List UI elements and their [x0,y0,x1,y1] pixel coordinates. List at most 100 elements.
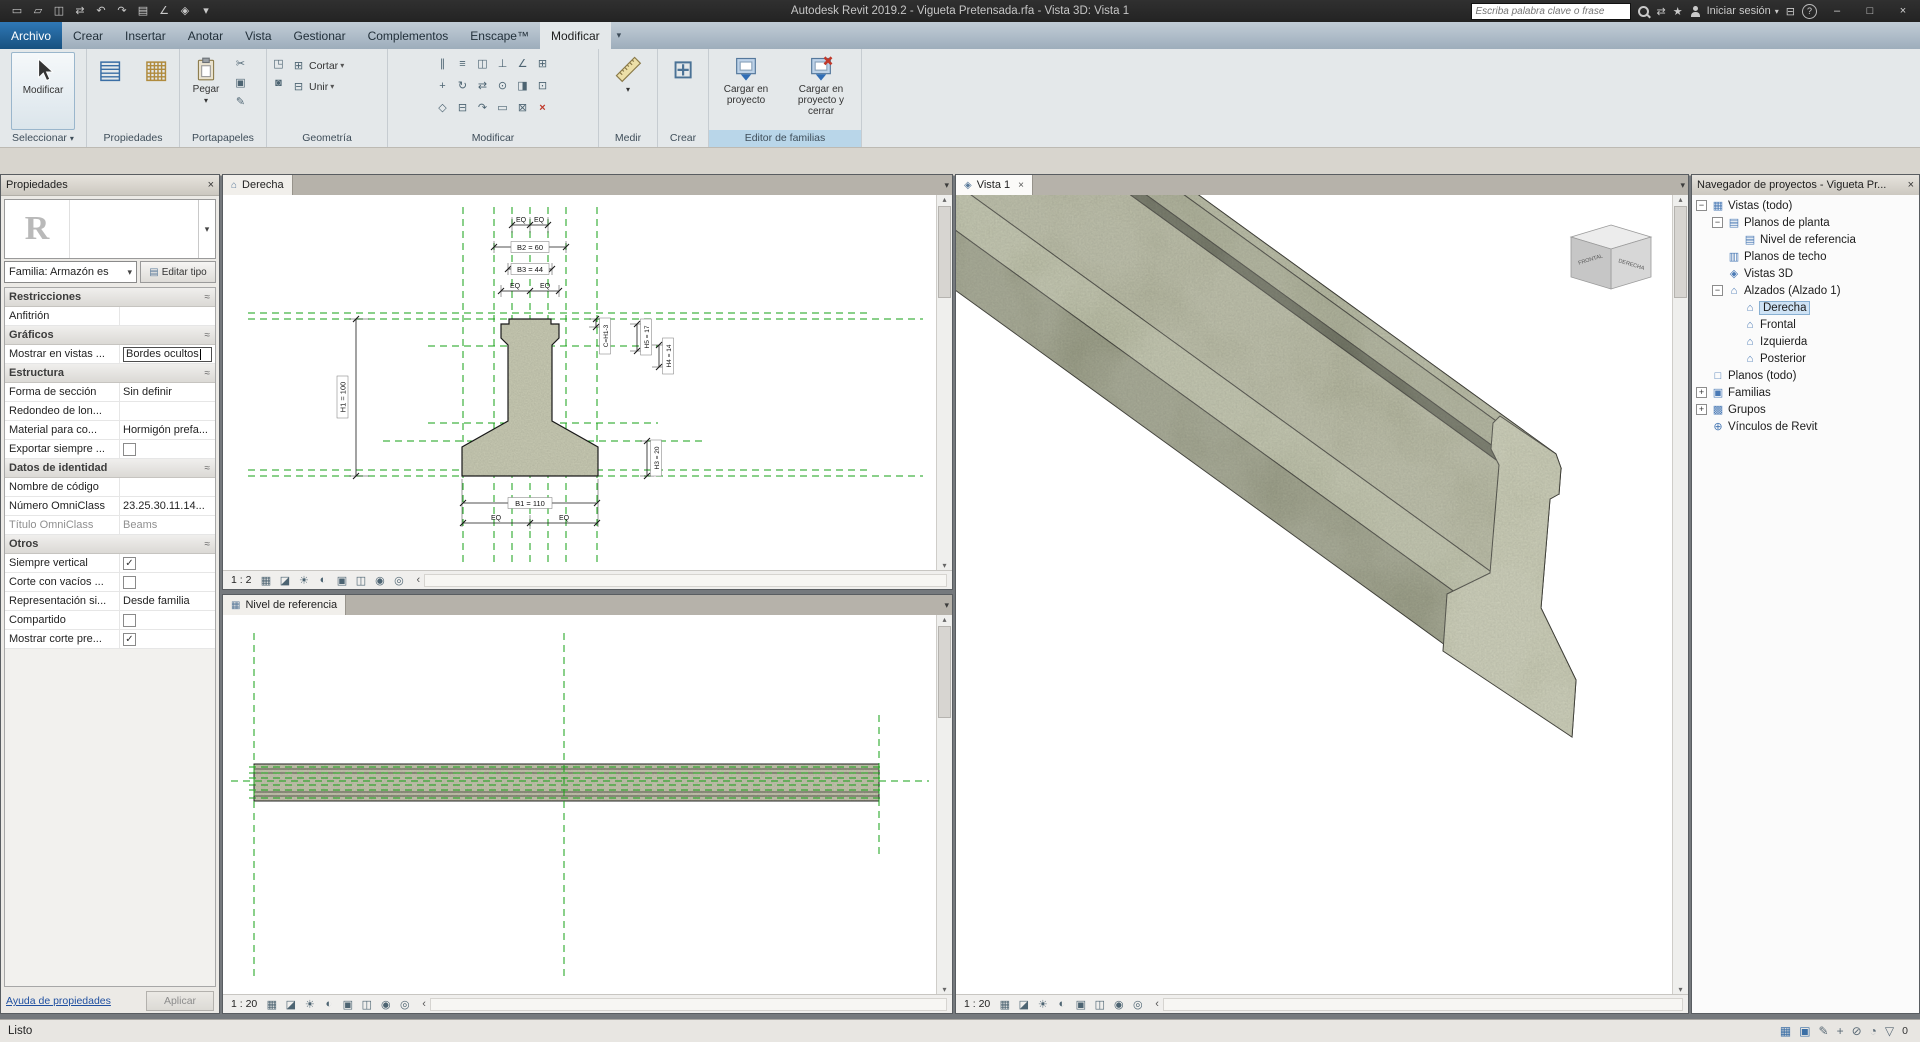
properties-close-icon[interactable]: × [208,179,214,191]
property-group-estructura[interactable]: Estructura ≈ [5,364,215,383]
tree-item-vinculos-revit[interactable]: ⊕ Vínculos de Revit [1692,418,1919,435]
property-value[interactable] [120,478,215,496]
swap-icon[interactable]: ⇄ [474,78,491,94]
search-icon[interactable] [1638,5,1650,17]
save-icon[interactable]: ◫ [50,3,68,19]
tab-insertar[interactable]: Insertar [114,22,177,49]
panel-label-modificar[interactable]: Modificar [388,130,598,147]
crop-region-icon[interactable]: ◫ [353,574,368,587]
vista1-canvas[interactable]: DERECHA FRONTAL [956,195,1673,994]
favorites-icon[interactable]: ★ [1673,5,1683,18]
tab-view-derecha[interactable]: ⌂ Derecha [223,175,293,195]
exclude-options-toggle[interactable]: ⊘ [1852,1024,1862,1038]
property-value[interactable] [120,307,215,325]
print-icon[interactable]: ▤ [134,3,152,19]
copy-tool-icon[interactable]: ◇ [434,100,451,116]
scroll-left-icon[interactable]: ‹ [416,574,420,586]
collapse-icon[interactable]: ≈ [205,463,211,474]
worksets-icon[interactable]: ▦ [1780,1024,1791,1038]
visual-style-icon[interactable]: ◪ [1016,998,1031,1011]
tree-expander[interactable]: − [1712,217,1723,228]
reveal-hidden-icon[interactable]: ◎ [391,574,406,587]
crop-region-icon[interactable]: ◫ [1092,998,1107,1011]
property-value[interactable]: Hormigón prefa... [120,421,215,439]
extend-icon[interactable]: ∠ [514,56,531,72]
vista1-vertical-scrollbar[interactable]: ▴ ▾ [1672,195,1688,994]
tree-item-planos-todo[interactable]: □ Planos (todo) [1692,367,1919,384]
trim-icon[interactable]: ⊥ [494,56,511,72]
crop-view-icon[interactable]: ▣ [1073,998,1088,1011]
tree-item-planos-techo[interactable]: ▥ Planos de techo [1692,248,1919,265]
tree-item-vistas-3d[interactable]: ◈ Vistas 3D [1692,265,1919,282]
tree-item-planos-planta[interactable]: − ▤ Planos de planta [1692,214,1919,231]
shadows-icon[interactable]: ◐ [321,998,336,1010]
property-value[interactable]: Desde familia [120,592,215,610]
scroll-down-icon[interactable]: ▾ [1678,985,1682,994]
apply-button[interactable]: Aplicar [146,991,214,1011]
app-menu-icon[interactable]: ▭ [8,3,26,19]
unpin-icon[interactable]: ⊟ [454,100,471,116]
search-input[interactable] [1471,2,1632,20]
exchange-apps-icon[interactable]: ⇄ [1656,5,1665,18]
derecha-vertical-scrollbar[interactable]: ▴ ▾ [936,195,952,570]
crop-region-icon[interactable]: ◫ [359,998,374,1011]
tree-item-posterior[interactable]: ⌂ Posterior [1692,350,1919,367]
type-selector-dropdown-icon[interactable]: ▾ [198,200,215,258]
scale-control[interactable]: 1 : 20 [961,998,993,1010]
tab-anotar[interactable]: Anotar [177,22,234,49]
tree-expander[interactable]: − [1696,200,1707,211]
load-into-project-button[interactable]: Cargar en proyecto [713,52,779,106]
measure-button[interactable]: ▾ [606,52,650,95]
tab-enscape[interactable]: Enscape™ [459,22,540,49]
close-button[interactable]: × [1890,1,1916,21]
crop-view-icon[interactable]: ▣ [340,998,355,1011]
reveal-hidden-icon[interactable]: ◎ [1130,998,1145,1011]
property-value[interactable] [120,402,215,420]
reference-planes[interactable] [231,633,929,977]
nivel-window-menu-icon[interactable]: ▾ [944,595,949,615]
editable-only-toggle[interactable]: ✎ [1819,1024,1829,1038]
scale-control[interactable]: 1 : 20 [228,998,260,1010]
redo-icon[interactable]: ↷ [113,3,131,19]
property-value[interactable]: Sin definir [120,383,215,401]
reference-planes[interactable] [248,207,923,563]
align-icon[interactable]: ∥ [434,56,451,72]
tab-complementos[interactable]: Complementos [357,22,460,49]
family-types-button[interactable]: ▦ [137,52,175,84]
offset-icon[interactable]: ≡ [454,56,471,72]
vista1-window-menu-icon[interactable]: ▾ [1680,175,1685,195]
scroll-thumb[interactable] [1674,206,1687,298]
group-icon[interactable]: ⊠ [514,100,531,116]
detail-level-icon[interactable]: ▦ [264,998,279,1011]
pin-icon[interactable]: ⊙ [494,78,511,94]
horizontal-scrollbar[interactable] [424,573,947,587]
property-group-otros[interactable]: Otros ≈ [5,535,215,554]
viewcube[interactable]: DERECHA FRONTAL [1569,224,1653,290]
create-group-button[interactable]: ⊞ [663,52,703,84]
panel-label-crear[interactable]: Crear [658,130,708,147]
property-checkbox[interactable] [123,442,136,456]
cut-icon[interactable]: ✂ [232,56,249,72]
scroll-up-icon[interactable]: ▴ [942,195,946,204]
minimize-button[interactable]: – [1824,1,1850,21]
tree-item-vistas-todo[interactable]: − ▦ Vistas (todo) [1692,197,1919,214]
customize-qat-icon[interactable]: ▾ [197,3,215,19]
join-geometry-button[interactable]: ⊟ Unir ▾ [290,77,344,96]
visual-style-icon[interactable]: ◪ [277,574,292,587]
array-icon[interactable]: ⊞ [534,56,551,72]
tab-view-nivel[interactable]: ▦ Nivel de referencia [223,595,347,615]
nivel-canvas[interactable] [223,615,937,994]
property-checkbox[interactable]: ✓ [123,632,136,646]
property-edit-field[interactable]: Bordes ocultos [123,346,212,362]
property-group-restricciones[interactable]: Restricciones ≈ [5,288,215,307]
temporary-hide-icon[interactable]: ◉ [1111,998,1126,1011]
tab-vista[interactable]: Vista [234,22,282,49]
split-icon[interactable]: ◨ [514,78,531,94]
paste-button[interactable]: Pegar ▾ [183,52,229,106]
tab-crear[interactable]: Crear [62,22,114,49]
tree-item-frontal[interactable]: ⌂ Frontal [1692,316,1919,333]
collapse-icon[interactable]: ≈ [205,330,211,341]
scroll-up-icon[interactable]: ▴ [942,615,946,624]
scroll-down-icon[interactable]: ▾ [942,561,946,570]
sun-path-icon[interactable]: ☀ [296,574,311,587]
